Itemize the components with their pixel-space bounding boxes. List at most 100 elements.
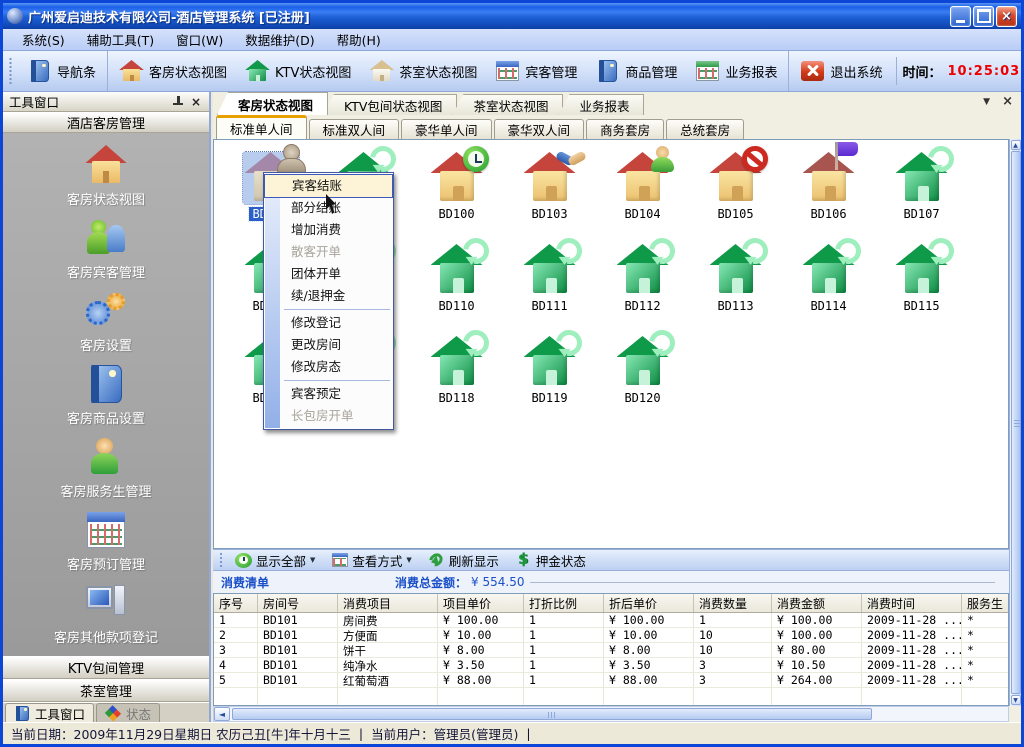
guest-mgmt-icon: [495, 60, 520, 82]
footer-toolbar-button[interactable]: 押金状态 ▼: [507, 550, 594, 570]
room-item[interactable]: BD107: [875, 146, 968, 238]
room-type-tab[interactable]: 标准单人间: [216, 115, 307, 139]
time-value: 10:25:03: [947, 64, 1020, 79]
pin-icon[interactable]: [172, 96, 183, 107]
minimize-button[interactable]: [950, 6, 971, 27]
room-item[interactable]: BD120: [596, 330, 689, 422]
scroll-down-icon[interactable]: ▼: [1011, 695, 1021, 705]
context-menu-item[interactable]: 修改房态: [264, 356, 393, 378]
column-header[interactable]: 折后单价: [604, 594, 694, 612]
sidebar-item[interactable]: 客房设置: [3, 291, 209, 364]
toolbar-grip-icon[interactable]: [8, 57, 13, 85]
context-menu-item[interactable]: 更改房间: [264, 334, 393, 356]
maximize-button[interactable]: [973, 6, 994, 27]
footer-toolbar-button[interactable]: 查看方式 ▼: [323, 550, 419, 570]
menu-item[interactable]: 辅助工具(T): [76, 28, 165, 51]
column-header[interactable]: 服务生: [962, 594, 1008, 612]
column-header[interactable]: 序号: [214, 594, 258, 612]
room-item[interactable]: BD100: [410, 146, 503, 238]
panel-collapse-icon[interactable]: ▼: [983, 97, 990, 107]
column-header[interactable]: 打折比例: [524, 594, 604, 612]
room-item[interactable]: BD115: [875, 238, 968, 330]
context-menu-item[interactable]: 长包房开单: [264, 405, 393, 427]
horizontal-scrollbar-thumb[interactable]: [232, 708, 872, 720]
sidebar-item[interactable]: 客房预订管理: [3, 510, 209, 583]
room-item[interactable]: BD105: [689, 146, 782, 238]
horizontal-scrollbar[interactable]: ◄: [213, 706, 1009, 722]
sidebar-item[interactable]: 客房状态视图: [3, 145, 209, 218]
room-type-tab[interactable]: 豪华双人间: [494, 119, 585, 139]
column-header[interactable]: 消费时间: [862, 594, 962, 612]
context-menu-item[interactable]: 团体开单: [264, 263, 393, 285]
sidebar-item[interactable]: 客房其他款项登记: [3, 583, 209, 656]
room-item[interactable]: BD111: [503, 238, 596, 330]
sidebar-item[interactable]: 客房宾客管理: [3, 218, 209, 291]
table-row[interactable]: 1BD101房间费¥ 100.001¥ 100.001¥ 100.002009-…: [214, 613, 1008, 628]
room-type-tab[interactable]: 豪华单人间: [401, 119, 492, 139]
room-item[interactable]: BD104: [596, 146, 689, 238]
toolbar-button[interactable]: 茶室状态视图: [360, 51, 486, 91]
document-tab[interactable]: 业务报表: [558, 94, 644, 115]
document-tab[interactable]: 客房状态视图: [217, 92, 328, 115]
menu-item[interactable]: 数据维护(D): [234, 28, 325, 51]
toolbar-button[interactable]: 客房状态视图: [107, 51, 236, 91]
toolbar-button[interactable]: 业务报表: [686, 51, 786, 91]
sidebar-group[interactable]: KTV包间管理: [3, 656, 209, 679]
column-header[interactable]: 消费金额: [772, 594, 862, 612]
room-item[interactable]: BD113: [689, 238, 782, 330]
sidebar-close-icon[interactable]: ×: [189, 95, 203, 109]
column-header[interactable]: 项目单价: [438, 594, 524, 612]
room-item[interactable]: BD112: [596, 238, 689, 330]
menu-item[interactable]: 系统(S): [11, 28, 76, 51]
scroll-left-icon[interactable]: ◄: [214, 707, 230, 721]
table-row[interactable]: 5BD101红葡萄酒¥ 88.001¥ 88.003¥ 264.002009-1…: [214, 673, 1008, 688]
room-type-tab[interactable]: 标准双人间: [309, 119, 400, 139]
footer-toolbar-button[interactable]: 刷新显示 ▼: [420, 550, 507, 570]
context-menu-item[interactable]: 修改登记: [264, 312, 393, 334]
vertical-scrollbar[interactable]: ▲ ▼: [1009, 139, 1021, 706]
sidebar-group-hotel-rooms[interactable]: 酒店客房管理: [3, 112, 209, 133]
sidebar-group[interactable]: 茶室管理: [3, 679, 209, 702]
context-menu-item[interactable]: 宾客结账: [265, 175, 392, 197]
footer-toolbar-button[interactable]: 显示全部 ▼: [227, 550, 323, 570]
room-item[interactable]: BD103: [503, 146, 596, 238]
room-item[interactable]: BD119: [503, 330, 596, 422]
close-button[interactable]: ×: [996, 6, 1017, 27]
sidebar-item[interactable]: 客房商品设置: [3, 364, 209, 437]
vertical-scrollbar-thumb[interactable]: [1011, 151, 1021, 694]
show-all-icon: [235, 553, 252, 568]
toolbar-button[interactable]: 商品管理: [586, 51, 686, 91]
sidebar-bottom-tab[interactable]: 状态: [96, 703, 160, 723]
toolbar-button[interactable]: KTV状态视图: [236, 51, 360, 91]
context-menu-item[interactable]: 续/退押金: [264, 285, 393, 307]
sidebar-bottom-tab[interactable]: 工具窗口: [5, 703, 94, 723]
table-row[interactable]: 2BD101方便面¥ 10.001¥ 10.0010¥ 100.002009-1…: [214, 628, 1008, 643]
context-menu-item[interactable]: 散客开单: [264, 241, 393, 263]
menu-item[interactable]: 帮助(H): [326, 28, 392, 51]
room-type-tab[interactable]: 总统套房: [666, 119, 744, 139]
sidebar-item[interactable]: 客房服务生管理: [3, 437, 209, 510]
column-header[interactable]: 消费数量: [694, 594, 772, 612]
footer-toolbar-grip-icon[interactable]: [219, 552, 223, 568]
column-header[interactable]: 消费项目: [338, 594, 438, 612]
room-label: BD113: [714, 299, 756, 313]
column-header[interactable]: 房间号: [258, 594, 338, 612]
context-menu-item[interactable]: 宾客预定: [264, 383, 393, 405]
document-tab[interactable]: 茶室状态视图: [452, 94, 563, 115]
room-item[interactable]: BD110: [410, 238, 503, 330]
scroll-up-icon[interactable]: ▲: [1011, 140, 1021, 150]
room-item[interactable]: BD106: [782, 146, 875, 238]
toolbar-button[interactable]: 退出系统: [788, 51, 891, 91]
context-menu-item[interactable]: 增加消费: [264, 219, 393, 241]
menu-item[interactable]: 窗口(W): [165, 28, 234, 51]
room-status-icon: [708, 244, 764, 296]
panel-close-icon[interactable]: ×: [1002, 97, 1013, 107]
document-tab[interactable]: KTV包间状态视图: [323, 94, 457, 115]
toolbar-button[interactable]: 宾客管理: [486, 51, 586, 91]
room-item[interactable]: BD114: [782, 238, 875, 330]
room-item[interactable]: BD118: [410, 330, 503, 422]
table-row[interactable]: 4BD101纯净水¥ 3.501¥ 3.503¥ 10.502009-11-28…: [214, 658, 1008, 673]
table-row[interactable]: 3BD101饼干¥ 8.001¥ 8.0010¥ 80.002009-11-28…: [214, 643, 1008, 658]
toolbar-button[interactable]: 导航条: [18, 51, 105, 91]
room-type-tab[interactable]: 商务套房: [586, 119, 664, 139]
